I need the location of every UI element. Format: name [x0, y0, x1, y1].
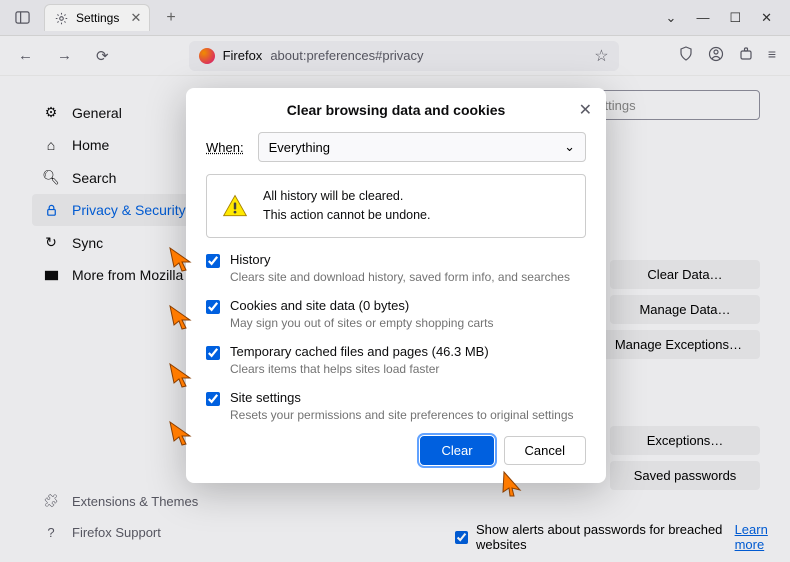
dialog-actions: Clear Cancel	[206, 436, 586, 465]
option-desc: Clears items that helps sites load faste…	[230, 362, 586, 376]
when-row: When: Everything ⌄	[206, 132, 586, 162]
cache-checkbox[interactable]	[206, 346, 220, 360]
option-history: History Clears site and download history…	[206, 252, 586, 284]
warning-text: All history will be cleared. This action…	[263, 187, 430, 225]
option-desc: Resets your permissions and site prefere…	[230, 408, 586, 422]
clear-button[interactable]: Clear	[420, 436, 493, 465]
option-cookies: Cookies and site data (0 bytes) May sign…	[206, 298, 586, 330]
warning-box: All history will be cleared. This action…	[206, 174, 586, 238]
cookies-checkbox[interactable]	[206, 300, 220, 314]
option-label: Site settings	[230, 390, 586, 405]
dialog-title: Clear browsing data and cookies	[206, 102, 586, 118]
warning-icon	[221, 192, 249, 220]
chevron-down-icon: ⌄	[564, 139, 575, 155]
option-cache: Temporary cached files and pages (46.3 M…	[206, 344, 586, 376]
warning-line1: All history will be cleared.	[263, 187, 430, 206]
when-label: When:	[206, 140, 244, 155]
dialog-close-icon[interactable]: ✕	[579, 100, 592, 120]
option-site-settings: Site settings Resets your permissions an…	[206, 390, 586, 422]
when-value: Everything	[269, 140, 330, 155]
option-desc: Clears site and download history, saved …	[230, 270, 586, 284]
site-settings-checkbox[interactable]	[206, 392, 220, 406]
when-select[interactable]: Everything ⌄	[258, 132, 586, 162]
warning-line2: This action cannot be undone.	[263, 206, 430, 225]
clear-data-dialog: Clear browsing data and cookies ✕ When: …	[186, 88, 606, 483]
history-checkbox[interactable]	[206, 254, 220, 268]
option-desc: May sign you out of sites or empty shopp…	[230, 316, 586, 330]
cancel-button[interactable]: Cancel	[504, 436, 586, 465]
option-label: History	[230, 252, 586, 267]
option-label: Temporary cached files and pages (46.3 M…	[230, 344, 586, 359]
option-label: Cookies and site data (0 bytes)	[230, 298, 586, 313]
